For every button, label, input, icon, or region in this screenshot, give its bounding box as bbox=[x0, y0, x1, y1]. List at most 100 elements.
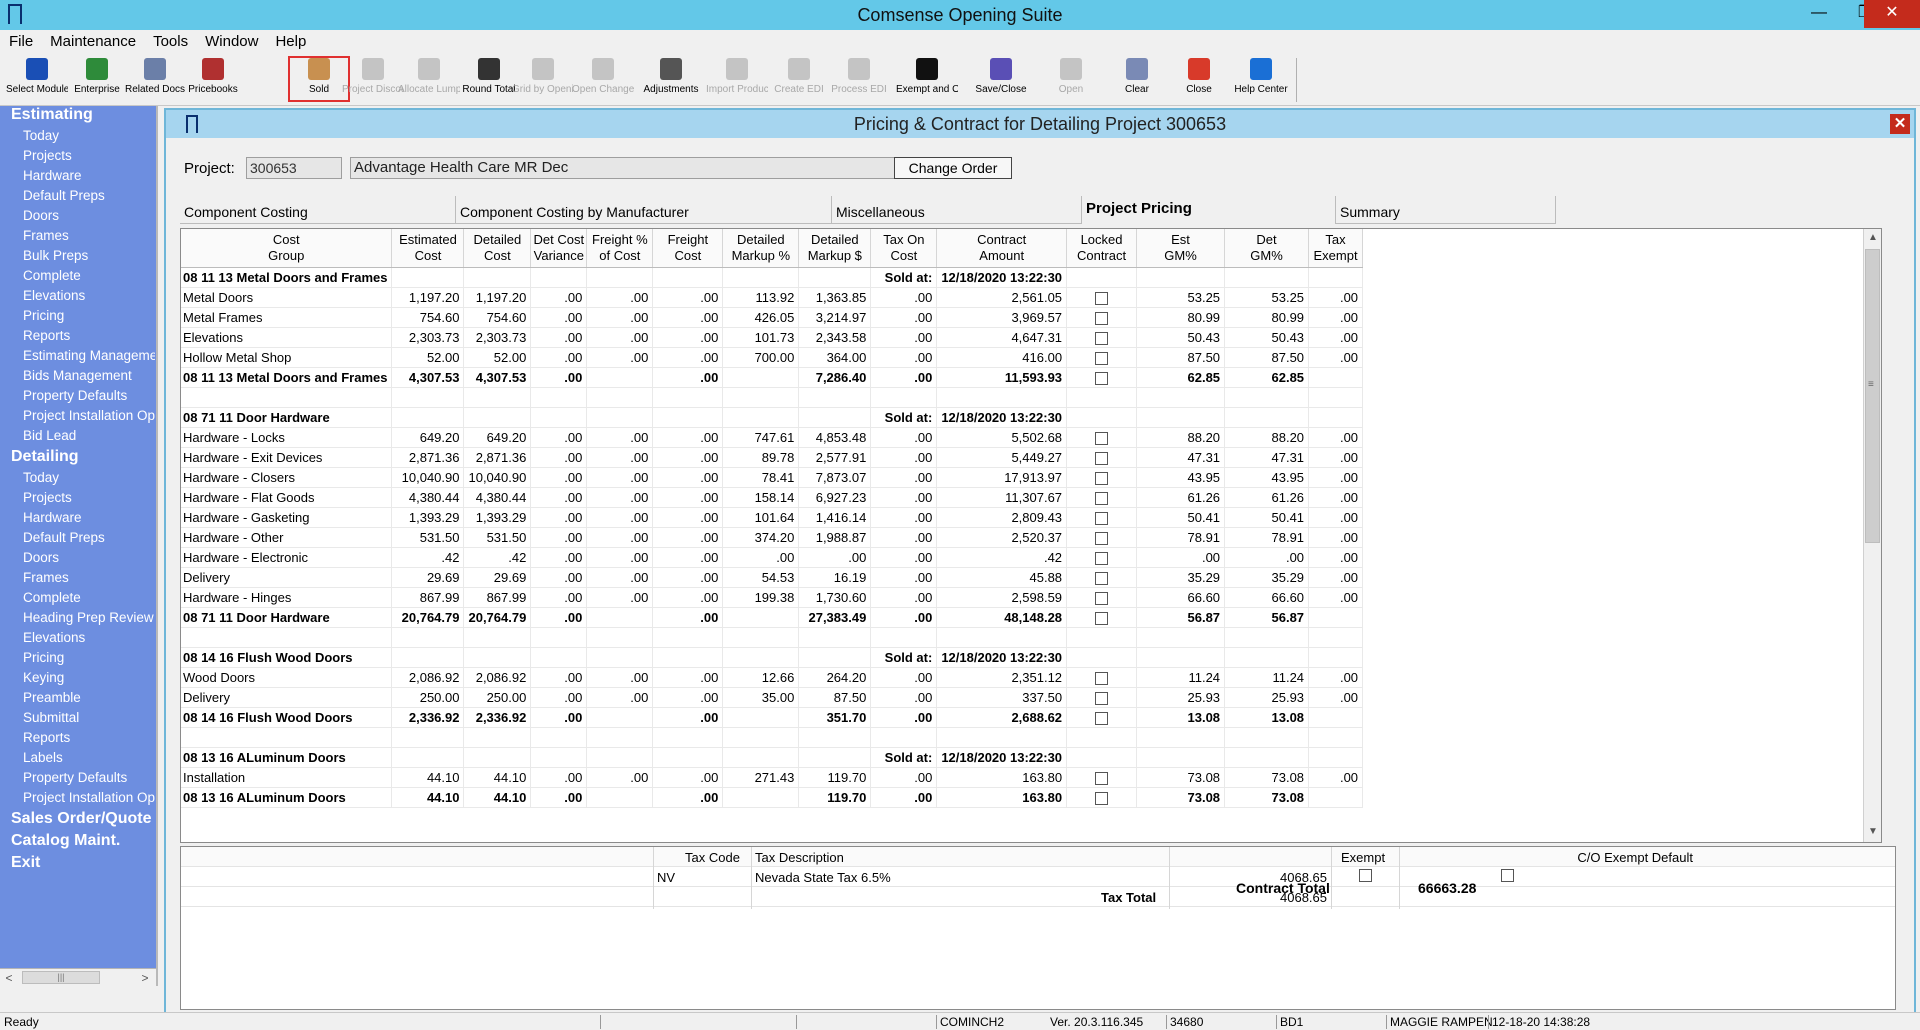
table-row[interactable]: Metal Frames 754.60 754.60.00.00.00 426.05 3… bbox=[181, 307, 1364, 328]
tab-component-costing[interactable]: Component Costing bbox=[180, 196, 456, 224]
toolbar-adjustments-button[interactable]: Adjustments bbox=[640, 58, 702, 104]
nav-section-estimating[interactable]: Estimating bbox=[11, 106, 93, 124]
nav-section-detailing[interactable]: Detailing bbox=[11, 448, 79, 466]
project-name-field[interactable]: Advantage Health Care MR Dec bbox=[350, 157, 896, 179]
toolbar-allocate-lump-sum-button[interactable]: Allocate Lump Sum bbox=[398, 58, 460, 104]
table-row[interactable]: Hardware - Other 531.50 531.50.00.00.00 374… bbox=[181, 527, 1364, 548]
nav-item-estimating-property-defaults[interactable]: Property Defaults bbox=[23, 388, 155, 403]
toolbar-sold-button[interactable]: Sold bbox=[288, 56, 350, 102]
table-row[interactable]: Hardware - Closers 10,040.90 10,040.90.00.… bbox=[181, 467, 1364, 488]
table-row[interactable]: Delivery 29.69 29.69.00.00.00 54.53 16.19.00… bbox=[181, 567, 1364, 588]
nav-item-estimating-pricing[interactable]: Pricing bbox=[23, 308, 155, 323]
minimize-button[interactable]: — bbox=[1796, 0, 1842, 28]
table-row[interactable]: Hardware - Electronic .42.42.00.00.00.00.… bbox=[181, 547, 1364, 568]
nav-item-estimating-complete[interactable]: Complete bbox=[23, 268, 155, 283]
toolbar-import-products-button[interactable]: Import Products bbox=[706, 58, 768, 104]
table-row[interactable]: Hardware - Exit Devices 2,871.36 2,871.36.… bbox=[181, 447, 1364, 468]
toolbar-exempt-and-or-button[interactable]: Exempt and Or bbox=[896, 58, 958, 104]
locked-contract-checkbox[interactable] bbox=[1095, 791, 1109, 805]
nav-item-detailing-complete[interactable]: Complete bbox=[23, 590, 155, 605]
nav-item-estimating-bulk-preps[interactable]: Bulk Preps bbox=[23, 248, 155, 263]
column-header-estimated-cost[interactable]: Estimated Cost bbox=[391, 229, 465, 268]
locked-contract-checkbox[interactable] bbox=[1095, 451, 1109, 465]
locked-contract-checkbox[interactable] bbox=[1095, 351, 1109, 365]
table-row[interactable]: Hardware - Flat Goods 4,380.44 4,380.44.00… bbox=[181, 487, 1364, 508]
nav-item-detailing-submittal[interactable]: Submittal bbox=[23, 710, 155, 725]
table-row[interactable]: Wood Doors 2,086.92 2,086.92.00.00.00 12.66… bbox=[181, 667, 1364, 688]
nav-section-exit[interactable]: Exit bbox=[11, 854, 40, 872]
table-row[interactable]: Elevations 2,303.73 2,303.73.00.00.00 101.7… bbox=[181, 327, 1364, 348]
table-row[interactable]: Hardware - Gasketing 1,393.29 1,393.29.00.… bbox=[181, 507, 1364, 528]
group-subtotal-row[interactable]: 08 14 16 Flush Wood Doors 2,336.92 2,336.9… bbox=[181, 707, 1364, 728]
nav-item-detailing-keying[interactable]: Keying bbox=[23, 670, 155, 685]
menu-file[interactable]: File bbox=[0, 30, 41, 50]
toolbar-open-change-wizard-button[interactable]: Open Change Wizard bbox=[572, 58, 634, 104]
locked-contract-checkbox[interactable] bbox=[1095, 691, 1109, 705]
nav-item-detailing-elevations[interactable]: Elevations bbox=[23, 630, 155, 645]
nav-item-detailing-reports[interactable]: Reports bbox=[23, 730, 155, 745]
nav-item-estimating-projects[interactable]: Projects bbox=[23, 148, 155, 163]
locked-contract-checkbox[interactable] bbox=[1095, 551, 1109, 565]
nav-item-detailing-hardware[interactable]: Hardware bbox=[23, 510, 155, 525]
group-header-row[interactable]: 08 14 16 Flush Wood Doors Sold at: 12/18/2… bbox=[181, 647, 1364, 668]
toolbar-related-docs-button[interactable]: Related Docs bbox=[124, 58, 186, 104]
nav-item-detailing-project-installation-options[interactable]: Project Installation Options bbox=[23, 790, 155, 805]
nav-item-estimating-reports[interactable]: Reports bbox=[23, 328, 155, 343]
column-header-tax-on-cost[interactable]: Tax On Cost bbox=[870, 229, 938, 268]
locked-contract-checkbox[interactable] bbox=[1095, 771, 1109, 785]
nav-item-estimating-hardware[interactable]: Hardware bbox=[23, 168, 155, 183]
tax-row[interactable]: NV Nevada State Tax 6.5% 4068.65 bbox=[181, 867, 1895, 887]
table-row[interactable]: Delivery 250.00 250.00.00.00.00 35.00 87.50.… bbox=[181, 687, 1364, 708]
column-header-det-gm[interactable]: Det GM% bbox=[1224, 229, 1310, 268]
toolbar-grid-by-opening-button[interactable]: Grid by Opening bbox=[512, 58, 574, 104]
toolbar-create-edi-button[interactable]: Create EDI bbox=[768, 58, 830, 104]
nav-section-sales-order-quote[interactable]: Sales Order/Quote bbox=[11, 810, 152, 828]
locked-contract-checkbox[interactable] bbox=[1095, 291, 1109, 305]
toolbar-save-close-button[interactable]: Save/Close bbox=[970, 58, 1032, 104]
locked-contract-checkbox[interactable] bbox=[1095, 471, 1109, 485]
column-header-detailed-markup[interactable]: Detailed Markup $ bbox=[798, 229, 872, 268]
nav-section-catalog-maint[interactable]: Catalog Maint. bbox=[11, 832, 120, 850]
group-subtotal-row[interactable]: 08 71 11 Door Hardware 20,764.79 20,764.79… bbox=[181, 607, 1364, 628]
tab-miscellaneous[interactable]: Miscellaneous bbox=[832, 196, 1082, 224]
close-window-button[interactable]: ✕ bbox=[1864, 0, 1920, 28]
nav-item-estimating-estimating-management[interactable]: Estimating Management bbox=[23, 348, 155, 363]
scroll-left-icon[interactable]: < bbox=[0, 969, 18, 987]
table-row[interactable]: Hollow Metal Shop 52.00 52.00.00.00.00 700.… bbox=[181, 347, 1364, 368]
locked-contract-checkbox[interactable] bbox=[1095, 571, 1109, 585]
nav-item-detailing-frames[interactable]: Frames bbox=[23, 570, 155, 585]
toolbar-help-center-button[interactable]: Help Center bbox=[1230, 58, 1292, 104]
scroll-up-icon[interactable]: ▲ bbox=[1864, 229, 1881, 247]
locked-contract-checkbox[interactable] bbox=[1095, 611, 1109, 625]
nav-item-detailing-today[interactable]: Today bbox=[23, 470, 155, 485]
toolbar-open-button[interactable]: Open bbox=[1040, 58, 1102, 104]
locked-contract-checkbox[interactable] bbox=[1095, 491, 1109, 505]
project-number-field[interactable]: 300653 bbox=[246, 157, 342, 179]
table-row[interactable]: Metal Doors 1,197.20 1,197.20.00.00.00 113.… bbox=[181, 287, 1364, 308]
co-exempt-checkbox[interactable] bbox=[1501, 869, 1514, 882]
column-header-freight-cost[interactable]: Freight Cost bbox=[652, 229, 724, 268]
toolbar-round-total-button[interactable]: Round Total bbox=[458, 58, 520, 104]
child-close-button[interactable]: ✕ bbox=[1890, 114, 1910, 134]
change-order-button[interactable]: Change Order bbox=[894, 157, 1012, 179]
toolbar-project-discount-button[interactable]: Project Discount bbox=[342, 58, 404, 104]
column-header-contract-amount[interactable]: Contract Amount bbox=[936, 229, 1068, 268]
nav-item-estimating-bid-lead[interactable]: Bid Lead bbox=[23, 428, 155, 443]
table-row[interactable]: Hardware - Hinges 867.99 867.99.00.00.00 19… bbox=[181, 587, 1364, 608]
column-header-locked-contract[interactable]: Locked Contract bbox=[1066, 229, 1138, 268]
column-header-det-cost-variance[interactable]: Det Cost Variance bbox=[530, 229, 588, 268]
locked-contract-checkbox[interactable] bbox=[1095, 431, 1109, 445]
toolbar-enterprise-button[interactable]: Enterprise bbox=[66, 58, 128, 104]
nav-item-estimating-project-installation-options[interactable]: Project Installation Options bbox=[23, 408, 155, 423]
nav-item-detailing-projects[interactable]: Projects bbox=[23, 490, 155, 505]
tab-summary[interactable]: Summary bbox=[1336, 196, 1556, 224]
locked-contract-checkbox[interactable] bbox=[1095, 591, 1109, 605]
toolbar-select-module-button[interactable]: Select Module bbox=[6, 58, 68, 104]
locked-contract-checkbox[interactable] bbox=[1095, 711, 1109, 725]
locked-contract-checkbox[interactable] bbox=[1095, 311, 1109, 325]
nav-item-detailing-heading-prep-review[interactable]: Heading Prep Review bbox=[23, 610, 155, 625]
menu-tools[interactable]: Tools bbox=[144, 30, 196, 50]
nav-item-estimating-today[interactable]: Today bbox=[23, 128, 155, 143]
column-header-est-gm[interactable]: Est GM% bbox=[1136, 229, 1226, 268]
locked-contract-checkbox[interactable] bbox=[1095, 371, 1109, 385]
